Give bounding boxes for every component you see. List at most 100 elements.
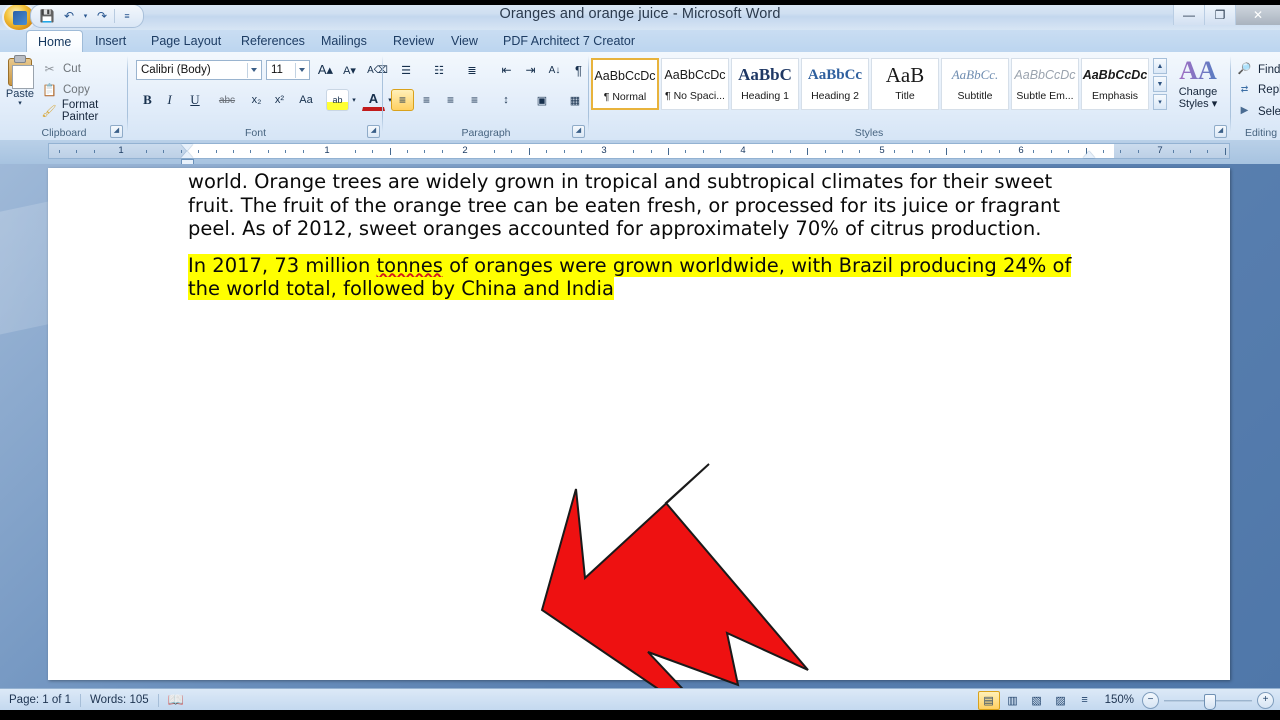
style-title[interactable]: AaB Title xyxy=(871,58,939,110)
borders-button[interactable]: ▦ xyxy=(560,89,590,111)
minimize-button[interactable]: — xyxy=(1173,5,1204,25)
bold-button[interactable]: B xyxy=(136,89,159,111)
align-center-button[interactable]: ≡ xyxy=(415,89,438,111)
line-spacing-button[interactable]: ↕ xyxy=(491,89,521,111)
bullets-button[interactable]: ☰ xyxy=(391,59,421,81)
sort-button[interactable]: A↓ xyxy=(543,59,566,81)
tab-home[interactable]: Home xyxy=(26,30,84,53)
misspelled-word[interactable]: tonnes xyxy=(376,253,443,279)
zoom-in-button[interactable]: + xyxy=(1257,691,1274,709)
shading-button[interactable]: ▣ xyxy=(527,89,557,111)
view-button-outline[interactable]: ▨ xyxy=(1050,691,1072,710)
text-highlight-color-button[interactable]: ab xyxy=(326,89,349,111)
tab-insert[interactable]: Insert xyxy=(84,31,137,52)
shrink-font-button[interactable]: A▾ xyxy=(338,59,361,81)
styles-scroll-down-icon[interactable]: ▼ xyxy=(1153,76,1167,92)
style-normal[interactable]: AaBbCcDc ¶ Normal xyxy=(591,58,659,110)
page-indicator[interactable]: Page: 1 of 1 xyxy=(0,691,80,709)
underline-button[interactable]: U xyxy=(180,89,210,111)
zoom-slider[interactable] xyxy=(1164,693,1252,710)
paragraph-group-label: Paragraph xyxy=(461,127,511,139)
style-no-spaci[interactable]: AaBbCcDc ¶ No Spaci... xyxy=(661,58,729,110)
align-right-button[interactable]: ≡ xyxy=(439,89,462,111)
italic-button[interactable]: I xyxy=(158,89,181,111)
right-indent-marker[interactable] xyxy=(1083,151,1095,158)
ruler-tick xyxy=(790,150,791,153)
change-styles-button[interactable]: AA Change Styles ▾ xyxy=(1172,56,1224,118)
restore-button[interactable]: ❐ xyxy=(1204,5,1235,25)
undo-icon[interactable]: ↶ xyxy=(59,7,79,25)
ribbon-group-editing: 🔎 Find ▾ ⇄ Replace ▶ Select ▾ Editing xyxy=(1231,52,1280,140)
close-button[interactable]: ✕ xyxy=(1235,5,1280,25)
ruler-tick xyxy=(1103,150,1104,153)
copy-button[interactable]: 📋 Copy xyxy=(38,79,129,100)
font-size-combo[interactable]: 11 xyxy=(266,60,310,80)
style-subtle-em[interactable]: AaBbCcDc Subtle Em... xyxy=(1011,58,1079,110)
font-name-combo[interactable]: Calibri (Body) xyxy=(136,60,262,80)
paragraph-dialog-launcher[interactable]: ◢ xyxy=(572,125,585,138)
numbering-button[interactable]: ☷ xyxy=(424,59,454,81)
first-line-indent-marker[interactable] xyxy=(181,144,193,151)
document-page[interactable]: world. Orange trees are widely grown in … xyxy=(48,168,1230,688)
styles-scroll-up-icon[interactable]: ▲ xyxy=(1153,58,1167,74)
styles-more-icon[interactable]: ▾ xyxy=(1153,94,1167,110)
cut-button[interactable]: ✂ Cut xyxy=(38,58,129,79)
select-button[interactable]: ▶ Select ▾ xyxy=(1233,100,1280,121)
cut-label: Cut xyxy=(63,62,81,75)
style-emphasis[interactable]: AaBbCcDc Emphasis xyxy=(1081,58,1149,110)
find-button[interactable]: 🔎 Find ▾ xyxy=(1233,58,1280,79)
view-button-draft[interactable]: ≡ xyxy=(1074,691,1096,710)
justify-button[interactable]: ≡ xyxy=(463,89,486,111)
subscript-button[interactable]: x₂ xyxy=(245,89,268,111)
tab-page-layout[interactable]: Page Layout xyxy=(140,31,232,52)
tab-view[interactable]: View xyxy=(440,31,489,52)
ruler-tick xyxy=(198,150,199,153)
paste-button[interactable]: Paste ▾ xyxy=(0,55,40,116)
decrease-indent-button[interactable]: ⇤ xyxy=(495,59,518,81)
tab-pdf-architect-7-creator[interactable]: PDF Architect 7 Creator xyxy=(492,31,646,52)
style-heading-1[interactable]: AaBbC Heading 1 xyxy=(731,58,799,110)
word-count[interactable]: Words: 105 xyxy=(81,691,158,709)
align-left-button[interactable]: ≡ xyxy=(391,89,414,111)
view-button-web-layout[interactable]: ▧ xyxy=(1026,691,1048,710)
tab-review[interactable]: Review xyxy=(382,31,445,52)
save-icon[interactable]: 💾 xyxy=(37,7,57,25)
style-name: ¶ Normal xyxy=(603,91,647,103)
redo-icon[interactable]: ↷ xyxy=(92,7,112,25)
document-text-area[interactable]: world. Orange trees are widely grown in … xyxy=(188,170,1088,314)
red-arrow-annotation xyxy=(540,463,809,688)
highlight-dropdown-icon[interactable]: ▾ xyxy=(349,89,359,111)
view-button-full-screen-reading[interactable]: ▥ xyxy=(1002,691,1024,710)
proofing-errors-icon[interactable]: 📖 xyxy=(159,691,193,709)
zoom-out-button[interactable]: − xyxy=(1142,691,1159,709)
quick-access-toolbar: 💾 ↶ ▾ ↷ ≡ xyxy=(30,4,144,28)
grow-font-button[interactable]: A▴ xyxy=(314,59,337,81)
hanging-indent-marker[interactable] xyxy=(181,151,193,158)
paste-dropdown-icon[interactable]: ▾ xyxy=(0,100,40,107)
view-button-print-layout[interactable]: ▤ xyxy=(977,690,1000,710)
format-painter-button[interactable]: 🖌 Format Painter xyxy=(38,99,133,123)
tab-mailings[interactable]: Mailings xyxy=(310,31,378,52)
copy-label: Copy xyxy=(63,83,90,96)
show-formatting-marks-button[interactable]: ¶ xyxy=(567,59,590,81)
ruler-tick xyxy=(163,150,164,153)
horizontal-ruler[interactable]: 1 1 2 3 4 5 6 7 xyxy=(48,143,1230,166)
clipboard-dialog-launcher[interactable]: ◢ xyxy=(110,125,123,138)
change-case-button[interactable]: Aa xyxy=(291,89,321,111)
style-heading-2[interactable]: AaBbCc Heading 2 xyxy=(801,58,869,110)
tab-references[interactable]: References xyxy=(230,31,316,52)
strikethrough-button[interactable]: abc xyxy=(212,89,242,111)
ruler-tick xyxy=(633,150,634,153)
increase-indent-button[interactable]: ⇥ xyxy=(519,59,542,81)
replace-button[interactable]: ⇄ Replace xyxy=(1233,79,1280,100)
style-subtitle[interactable]: AaBbCc. Subtitle xyxy=(941,58,1009,110)
zoom-slider-thumb[interactable] xyxy=(1204,693,1216,710)
undo-dropdown-icon[interactable]: ▾ xyxy=(81,7,90,25)
ruler-tick xyxy=(1120,150,1121,153)
styles-dialog-launcher[interactable]: ◢ xyxy=(1214,125,1227,138)
customize-qat-icon[interactable]: ≡ xyxy=(117,7,137,25)
superscript-button[interactable]: x² xyxy=(268,89,291,111)
multilevel-list-button[interactable]: ≣ xyxy=(457,59,487,81)
zoom-level-label[interactable]: 150% xyxy=(1097,694,1142,706)
font-dialog-launcher[interactable]: ◢ xyxy=(367,125,380,138)
